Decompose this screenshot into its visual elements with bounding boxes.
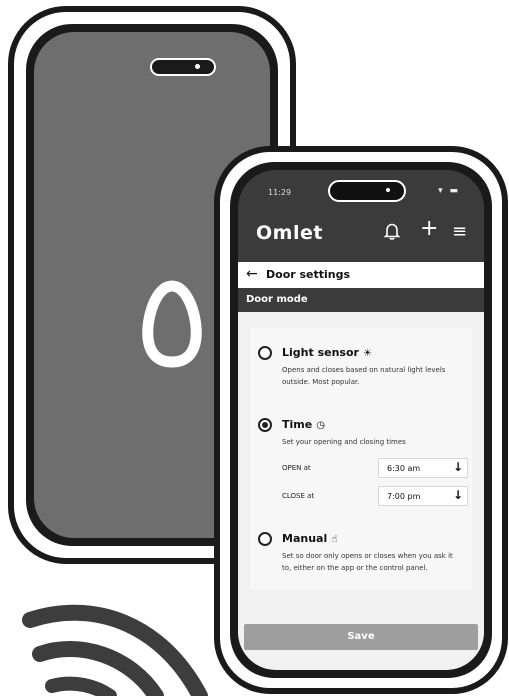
content-area: Light sensor ☀ Opens and closes based on … [238,312,484,670]
section-header: Door mode [238,288,484,312]
clock-icon: ◷ [316,420,325,431]
option-manual[interactable]: Manual ☝ Set so door only opens or closes… [258,532,464,592]
close-time-row: CLOSE at 7:00 pm ↓ [282,486,468,508]
wireless-signal-icon [22,604,208,696]
option-description: Set so door only opens or closes when yo… [282,552,453,572]
save-button[interactable]: Save [244,624,478,650]
add-icon[interactable]: + [420,218,438,240]
close-time-value: 7:00 pm [387,492,421,501]
back-phone-notch [150,58,216,76]
save-button-label: Save [347,631,375,642]
bell-icon[interactable] [383,222,401,245]
option-title: Manual [282,532,328,545]
open-time-value: 6:30 am [387,464,421,473]
open-time-label: OPEN at [282,464,311,472]
close-time-select[interactable]: 7:00 pm ↓ [378,486,468,506]
hand-icon: ☝ [331,534,338,545]
option-description: Set your opening and closing times [282,438,406,446]
sun-icon: ☀ [362,348,372,359]
manual-radio[interactable] [258,532,272,546]
door-mode-card: Light sensor ☀ Opens and closes based on … [250,328,472,590]
front-phone-notch [328,180,406,202]
chevron-down-icon: ↓ [452,488,463,502]
open-time-select[interactable]: 6:30 am ↓ [378,458,468,478]
option-description: Opens and closes based on natural light … [282,366,446,386]
app-screen: 11:29 ▾ ▬ Omlet + ≡ ← Door settings Door… [238,170,484,670]
option-title: Time [282,418,313,431]
door-settings-bar: ← Door settings [238,262,484,289]
status-bar: 11:29 ▾ ▬ [238,170,484,210]
status-icons: ▾ ▬ [438,186,460,196]
open-time-row: OPEN at 6:30 am ↓ [282,458,468,480]
chevron-down-icon: ↓ [452,460,463,474]
option-time[interactable]: Time ◷ Set your opening and closing times… [258,418,468,518]
option-title: Light sensor [282,346,359,359]
app-header: Omlet + ≡ [238,212,484,252]
option-light-sensor[interactable]: Light sensor ☀ Opens and closes based on … [258,346,464,406]
time-radio[interactable] [258,418,272,432]
page-title: Door settings [266,268,351,281]
back-arrow-icon[interactable]: ← [246,266,258,282]
menu-icon[interactable]: ≡ [452,222,467,242]
front-phone: 11:29 ▾ ▬ Omlet + ≡ ← Door settings Door… [214,146,508,694]
light-sensor-radio[interactable] [258,346,272,360]
status-time: 11:29 [268,188,292,197]
close-time-label: CLOSE at [282,492,315,500]
brand-logo: Omlet [256,222,323,244]
front-phone-frame: 11:29 ▾ ▬ Omlet + ≡ ← Door settings Door… [230,162,492,678]
section-title: Door mode [246,294,308,305]
omlet-egg-logo-icon [142,280,202,368]
